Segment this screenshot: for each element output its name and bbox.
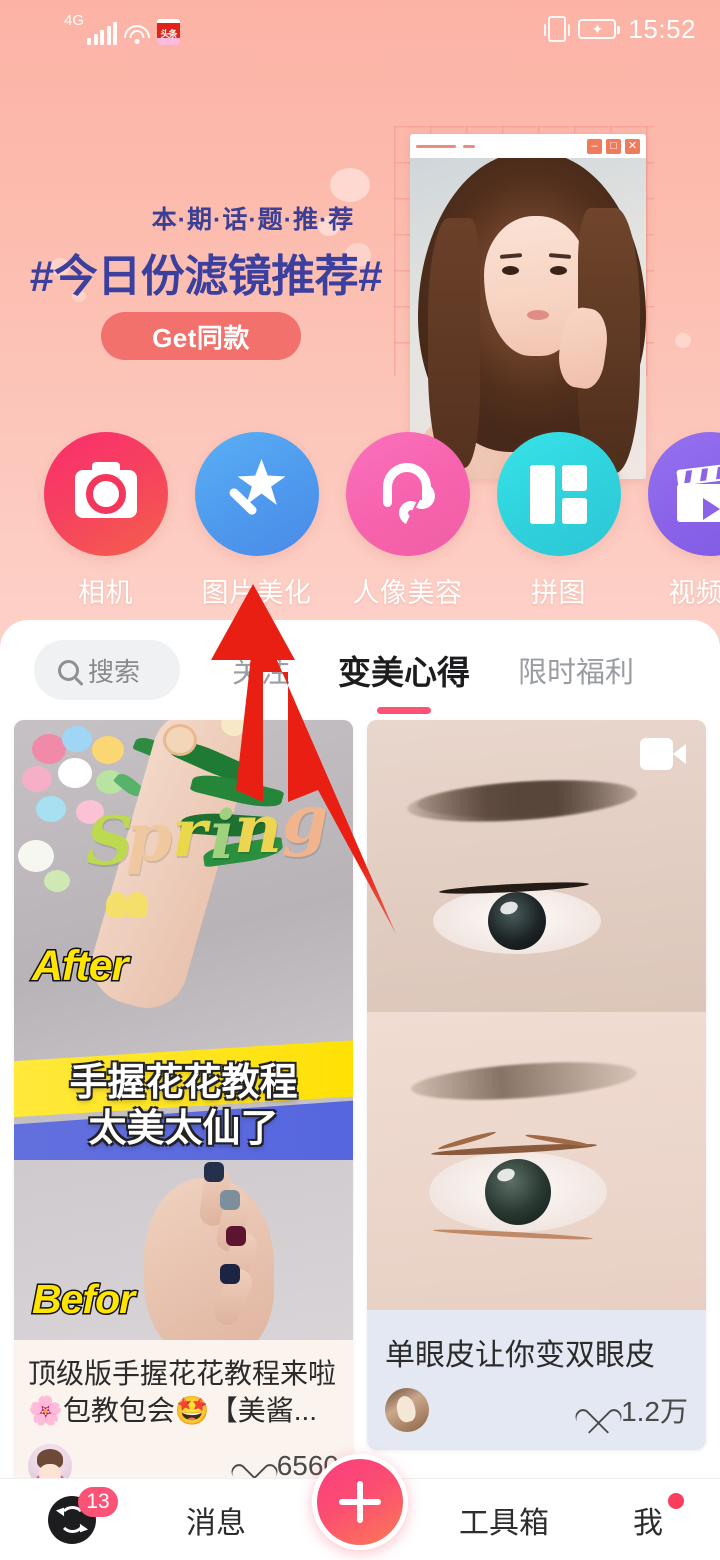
nav-label: 工具箱 bbox=[459, 1506, 549, 1540]
tab-beauty-tips[interactable]: 变美心得 bbox=[314, 646, 494, 694]
collage-grid-icon bbox=[496, 432, 621, 556]
plus-icon bbox=[339, 1481, 381, 1523]
shortcut-camera[interactable]: 相机 bbox=[30, 432, 181, 620]
feed-grid: S p r i n g After 手握花花教程 太美太仙了 Befor 顶级版… bbox=[0, 720, 720, 1480]
card-meta: 6560 bbox=[28, 1443, 339, 1480]
search-input[interactable]: 搜索 bbox=[34, 640, 180, 700]
status-bar: 4G 头条 ✦ 15:52 bbox=[0, 0, 720, 58]
close-icon: ✕ bbox=[625, 138, 640, 154]
model-figure bbox=[410, 158, 646, 479]
feed-card-right[interactable]: 单眼皮让你变双眼皮 1.2万 bbox=[367, 720, 706, 1450]
card-image-overlay-text: 手握花花教程 太美太仙了 bbox=[14, 1060, 353, 1153]
decor-bubble bbox=[330, 168, 370, 202]
card-meta: 1.2万 bbox=[385, 1388, 688, 1432]
status-bar-right: ✦ 15:52 bbox=[544, 13, 696, 45]
banner-title: #今日份滤镜推荐# bbox=[29, 252, 383, 301]
toutiao-app-icon: 头条 bbox=[157, 19, 181, 45]
search-placeholder: 搜索 bbox=[88, 656, 141, 687]
shortcut-video-beauty[interactable]: 视频美 bbox=[634, 432, 720, 620]
window-dash bbox=[416, 144, 456, 148]
card-footer: 顶级版手握花花教程来啦🌸包教包会🤩【美酱... 6560 bbox=[14, 1340, 353, 1480]
window-controls: – □ ✕ bbox=[587, 138, 640, 154]
shortcut-row: 相机 图片美化 人像美容 拼图 视频 bbox=[0, 432, 720, 620]
nav-badge-count: 13 bbox=[78, 1487, 118, 1517]
camera-icon bbox=[43, 432, 168, 556]
minimize-icon: – bbox=[587, 138, 602, 154]
banner-subtitle: 本·期·话·题·推·荐 bbox=[151, 206, 355, 234]
network-type-label: 4G bbox=[64, 12, 85, 29]
wifi-icon bbox=[124, 25, 151, 45]
decor-bubble bbox=[675, 333, 691, 348]
magic-wand-icon bbox=[194, 432, 319, 556]
before-label: Befor bbox=[30, 1275, 136, 1324]
shortcut-label: 人像美容 bbox=[352, 578, 463, 608]
tab-bar: 搜索 关注 变美心得 限时福利 bbox=[0, 620, 720, 720]
tab-following[interactable]: 关注 bbox=[208, 649, 314, 691]
battery-charging-icon: ✦ bbox=[578, 19, 621, 39]
notification-dot bbox=[668, 1493, 684, 1509]
word-art-spring: S p r i n g bbox=[86, 780, 329, 880]
eye-photo-before bbox=[367, 720, 706, 1012]
nav-item-refresh[interactable]: 13 bbox=[0, 1479, 144, 1560]
card-image-bottom: Befor bbox=[14, 892, 353, 1340]
status-clock: 15:52 bbox=[628, 13, 696, 44]
card-title: 顶级版手握花花教程来啦🌸包教包会🤩【美酱... bbox=[28, 1358, 337, 1426]
heart-icon bbox=[241, 1454, 267, 1477]
feed-card-left[interactable]: S p r i n g After 手握花花教程 太美太仙了 Befor 顶级版… bbox=[14, 720, 353, 1480]
video-camera-icon bbox=[640, 738, 686, 770]
eye-photo-after bbox=[367, 1012, 706, 1310]
card-image: S p r i n g After 手握花花教程 太美太仙了 Befor bbox=[14, 720, 353, 1340]
nav-item-toolbox[interactable]: 工具箱 bbox=[432, 1479, 576, 1560]
maximize-icon: □ bbox=[606, 138, 621, 154]
like-count-group[interactable]: 1.2万 bbox=[585, 1390, 688, 1430]
avatar[interactable] bbox=[28, 1443, 72, 1480]
heart-icon bbox=[585, 1399, 611, 1422]
shortcut-label: 图片美化 bbox=[201, 578, 312, 608]
content-sheet: 搜索 关注 变美心得 限时福利 S p r i n g After 手握花花教程… bbox=[0, 620, 720, 1480]
shortcut-photo-beautify[interactable]: 图片美化 bbox=[181, 432, 332, 620]
nav-item-profile[interactable]: 我 bbox=[576, 1479, 720, 1560]
card-title: 单眼皮让你变双眼皮 bbox=[385, 1339, 655, 1372]
shortcut-label: 相机 bbox=[78, 578, 133, 608]
banner-photo-window: – □ ✕ bbox=[410, 134, 646, 479]
get-same-filter-button[interactable]: Get同款 bbox=[101, 312, 301, 360]
vibrate-icon bbox=[544, 16, 571, 42]
app-icon-strip bbox=[157, 38, 181, 45]
avatar[interactable] bbox=[385, 1388, 429, 1432]
after-label: After bbox=[30, 941, 129, 992]
feed-column-right: 单眼皮让你变双眼皮 1.2万 bbox=[367, 720, 706, 1480]
promo-banner[interactable]: – □ ✕ 本·期·话·题·推·荐 #今日份滤镜推荐# Get同款 bbox=[0, 58, 720, 479]
signal-bars-icon bbox=[87, 21, 118, 45]
tab-limited-offers[interactable]: 限时福利 bbox=[494, 649, 658, 691]
create-post-button[interactable] bbox=[312, 1454, 408, 1550]
overlay-line-2: 太美太仙了 bbox=[88, 1108, 279, 1151]
shortcut-portrait-beauty[interactable]: 人像美容 bbox=[332, 432, 483, 620]
hair-beauty-icon bbox=[345, 432, 470, 556]
window-title-bar: – □ ✕ bbox=[410, 134, 646, 158]
banner-model-photo bbox=[410, 158, 646, 479]
card-footer: 单眼皮让你变双眼皮 1.2万 bbox=[367, 1310, 706, 1450]
shortcut-label: 视频美 bbox=[668, 578, 720, 608]
window-dash bbox=[463, 144, 475, 148]
search-icon bbox=[58, 659, 79, 681]
feed-column-left: S p r i n g After 手握花花教程 太美太仙了 Befor 顶级版… bbox=[14, 720, 353, 1480]
shortcut-collage[interactable]: 拼图 bbox=[483, 432, 634, 620]
status-bar-left: 4G 头条 bbox=[64, 12, 181, 45]
shortcut-label: 拼图 bbox=[531, 578, 586, 608]
card-image bbox=[367, 720, 706, 1310]
nav-label: 我 bbox=[633, 1506, 663, 1540]
nav-label: 消息 bbox=[186, 1506, 246, 1540]
feed-tabs: 关注 变美心得 限时福利 bbox=[208, 646, 658, 694]
overlay-line-1: 手握花花教程 bbox=[69, 1062, 298, 1104]
video-clapper-icon bbox=[647, 432, 720, 556]
nav-item-messages[interactable]: 消息 bbox=[144, 1479, 288, 1560]
like-count: 1.2万 bbox=[621, 1396, 688, 1427]
app-screen: 4G 头条 ✦ 15:52 – □ ✕ 本·期·话·题·推·荐 #今日份滤镜推荐… bbox=[0, 0, 720, 1560]
